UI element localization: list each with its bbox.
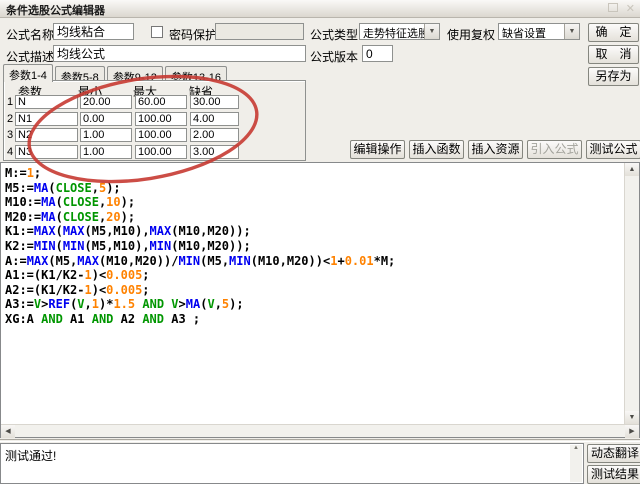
param-row-index: 3: [7, 129, 13, 141]
password-checkbox[interactable]: [151, 26, 163, 38]
param-min-input[interactable]: [80, 128, 132, 142]
maximize-icon[interactable]: [608, 3, 618, 15]
adjust-rights-select[interactable]: 缺省设置 ▼: [498, 23, 580, 40]
param-max-input[interactable]: [135, 95, 187, 109]
toolbar-button-插入函数[interactable]: 插入函数: [409, 140, 464, 159]
tab-参数1-4[interactable]: 参数1-4: [3, 64, 53, 82]
code-line: A1:=(K1/K2-1)<0.005;: [5, 268, 621, 283]
password-input: [215, 23, 304, 40]
horizontal-scrollbar[interactable]: ◀ ▶: [1, 424, 639, 437]
password-label: 密码保护: [169, 26, 217, 43]
param-row-index: 1: [7, 96, 13, 108]
code-lines: M:=1;M5:=MA(CLOSE,5);M10:=MA(CLOSE,10);M…: [5, 166, 621, 327]
param-default-input[interactable]: [190, 112, 239, 126]
formula-version-input[interactable]: [362, 45, 393, 62]
toolbar-button-引入公式: 引入公式: [527, 140, 582, 159]
chevron-down-icon[interactable]: ▼: [564, 24, 579, 39]
param-row-index: 2: [7, 113, 13, 125]
param-tabs: 参数1-4参数5-8参数9-12参数13-16: [3, 64, 227, 81]
formula-name-label: 公式名称: [6, 26, 54, 43]
formula-editor-window: 条件选股公式编辑器 ✕ 公式名称 密码保护 公式类型 走势特征选股 ▼ 使用复权…: [0, 0, 640, 484]
save-as-button[interactable]: 另存为: [588, 67, 639, 86]
formula-type-value: 走势特征选股: [363, 25, 429, 41]
param-panel: 参数最小最大缺省 1234: [3, 80, 306, 161]
scroll-right-icon[interactable]: ▶: [625, 425, 639, 438]
code-line: M10:=MA(CLOSE,10);: [5, 195, 621, 210]
param-row: 1: [4, 95, 305, 110]
param-min-input[interactable]: [80, 95, 132, 109]
param-name-input[interactable]: [15, 128, 78, 142]
code-line: K1:=MAX(MAX(M5,M10),MAX(M10,M20));: [5, 224, 621, 239]
window-title: 条件选股公式编辑器: [6, 2, 105, 18]
code-line: A:=MAX(M5,MAX(M10,M20))/MIN(M5,MIN(M10,M…: [5, 254, 621, 269]
adjust-rights-label: 使用复权: [447, 26, 495, 43]
formula-version-label: 公式版本: [310, 48, 358, 65]
code-line: M:=1;: [5, 166, 621, 181]
param-max-input[interactable]: [135, 145, 187, 159]
close-icon[interactable]: ✕: [626, 3, 635, 15]
toolbar-button-测试公式[interactable]: 测试公式: [586, 140, 640, 159]
formula-type-select[interactable]: 走势特征选股 ▼: [359, 23, 440, 40]
param-max-input[interactable]: [135, 128, 187, 142]
param-max-input[interactable]: [135, 112, 187, 126]
vertical-scrollbar[interactable]: ▲ ▼: [624, 163, 639, 424]
tab-参数9-12[interactable]: 参数9-12: [107, 66, 163, 81]
code-line: M20:=MA(CLOSE,20);: [5, 210, 621, 225]
ok-button[interactable]: 确 定: [588, 23, 639, 42]
toolbar-button-插入资源[interactable]: 插入资源: [468, 140, 523, 159]
param-min-input[interactable]: [80, 112, 132, 126]
scroll-up-icon[interactable]: ▲: [625, 163, 639, 176]
tab-参数5-8[interactable]: 参数5-8: [55, 66, 105, 81]
scroll-left-icon[interactable]: ◀: [1, 425, 15, 438]
param-default-input[interactable]: [190, 145, 239, 159]
code-line: A2:=(K1/K2-1)<0.005;: [5, 283, 621, 298]
test-message-box[interactable]: 测试通过! ▲: [0, 443, 584, 484]
param-min-input[interactable]: [80, 145, 132, 159]
chevron-down-icon[interactable]: ▼: [424, 24, 439, 39]
code-editor[interactable]: M:=1;M5:=MA(CLOSE,5);M10:=MA(CLOSE,10);M…: [0, 162, 640, 438]
title-bar: 条件选股公式编辑器 ✕: [0, 0, 640, 18]
scroll-up-icon[interactable]: ▲: [573, 445, 579, 451]
cancel-button[interactable]: 取 消: [588, 45, 639, 64]
code-line: M5:=MA(CLOSE,5);: [5, 181, 621, 196]
test-message: 测试通过!: [5, 447, 56, 464]
toolbar-button-编辑操作[interactable]: 编辑操作: [350, 140, 405, 159]
param-default-input[interactable]: [190, 128, 239, 142]
param-row: 2: [4, 112, 305, 127]
param-row-index: 4: [7, 146, 13, 158]
param-row: 4: [4, 145, 305, 160]
param-default-input[interactable]: [190, 95, 239, 109]
divider: [0, 439, 640, 442]
code-line: XG:A AND A1 AND A2 AND A3 ;: [5, 312, 621, 327]
param-name-input[interactable]: [15, 145, 78, 159]
dynamic-translate-button[interactable]: 动态翻译: [587, 444, 640, 463]
code-line: K2:=MIN(MIN(M5,M10),MIN(M10,M20));: [5, 239, 621, 254]
test-result-button[interactable]: 测试结果: [587, 465, 640, 484]
formula-type-label: 公式类型: [310, 26, 358, 43]
formula-name-input[interactable]: [53, 23, 134, 40]
adjust-rights-value: 缺省设置: [502, 25, 546, 41]
formula-desc-input[interactable]: [53, 45, 306, 62]
message-scrollbar[interactable]: ▲: [570, 445, 582, 482]
param-row: 3: [4, 128, 305, 143]
code-line: A3:=V>REF(V,1)*1.5 AND V>MA(V,5);: [5, 297, 621, 312]
param-name-input[interactable]: [15, 95, 78, 109]
tab-参数13-16[interactable]: 参数13-16: [165, 66, 227, 81]
scroll-down-icon[interactable]: ▼: [625, 411, 639, 424]
param-name-input[interactable]: [15, 112, 78, 126]
formula-desc-label: 公式描述: [6, 48, 54, 65]
